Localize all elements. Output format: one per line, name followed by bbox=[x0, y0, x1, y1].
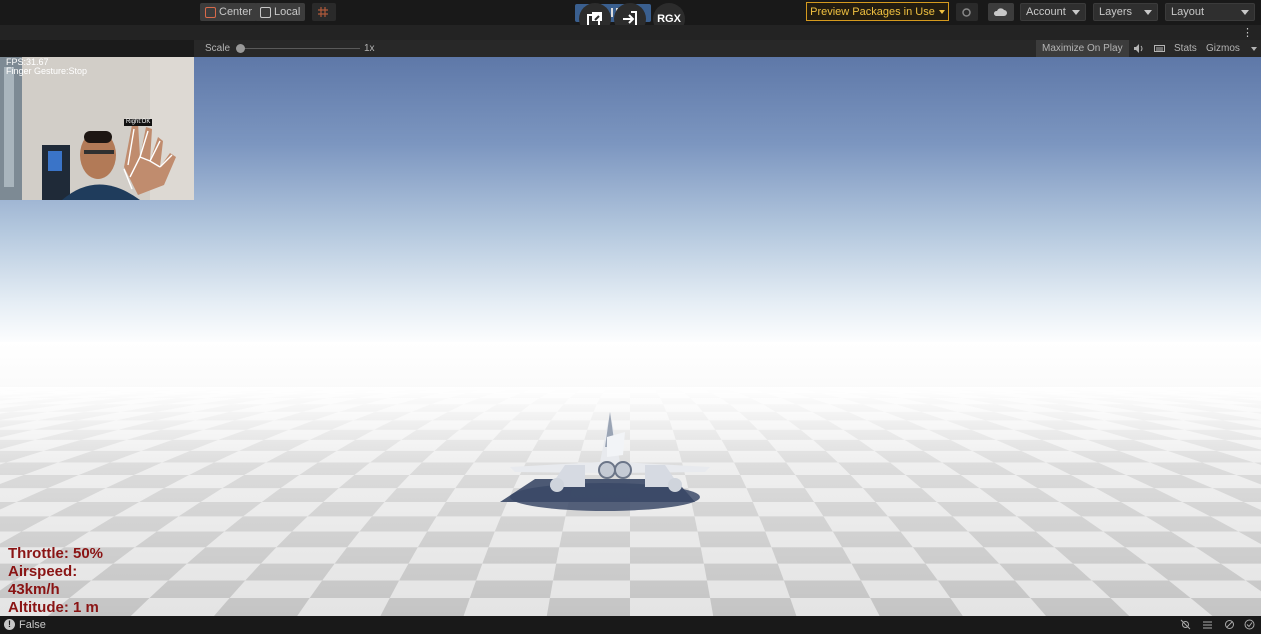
account-label: Account bbox=[1026, 6, 1066, 18]
pivot-icon bbox=[205, 6, 216, 18]
overlay-badge-label: RGX bbox=[657, 13, 681, 25]
console-message[interactable]: False bbox=[19, 619, 46, 631]
jet-aircraft bbox=[500, 412, 710, 511]
layers-dropdown[interactable]: Layers bbox=[1093, 3, 1158, 21]
scale-label: Scale bbox=[205, 43, 231, 54]
pivot-center-toggle[interactable]: Center bbox=[200, 3, 258, 21]
account-dropdown[interactable]: Account bbox=[1020, 3, 1086, 21]
gizmos-toggle[interactable]: Gizmos bbox=[1206, 43, 1240, 54]
tab-bar: ⋮ bbox=[0, 25, 1261, 40]
scale-slider-handle[interactable] bbox=[236, 44, 245, 53]
chevron-down-icon bbox=[1144, 9, 1152, 15]
scale-value: 1x bbox=[364, 43, 375, 54]
info-icon: ! bbox=[4, 619, 15, 630]
grid-snap-button[interactable] bbox=[312, 3, 336, 21]
unity-editor-window: Center Local RGX Preview Packages in Use… bbox=[0, 0, 1261, 634]
keyboard-icon[interactable] bbox=[1154, 43, 1165, 54]
game-view-header: Scale 1x Maximize On Play Stats Gizmos bbox=[194, 40, 1261, 57]
preview-packages-label: Preview Packages in Use bbox=[810, 5, 935, 18]
speaker-icon[interactable] bbox=[1133, 43, 1144, 54]
cloud-button[interactable] bbox=[988, 3, 1014, 21]
chevron-down-icon[interactable] bbox=[1251, 47, 1257, 51]
webcam-scene bbox=[0, 57, 194, 200]
altitude-readout: Altitude: 1 m bbox=[8, 599, 99, 616]
layout-dropdown[interactable]: Layout bbox=[1165, 3, 1255, 21]
pivot-label: Center bbox=[219, 6, 253, 18]
grid-snap-icon bbox=[318, 7, 328, 17]
airspeed-value: 43km/h bbox=[8, 581, 60, 598]
game-viewport[interactable]: FPS:31.67 Finger Gesture:Stop Right:OK bbox=[0, 57, 1261, 616]
stats-toggle[interactable]: Stats bbox=[1174, 43, 1197, 54]
maximize-on-play-label: Maximize On Play bbox=[1042, 43, 1123, 54]
gear-icon bbox=[962, 7, 971, 17]
webcam-feed: FPS:31.67 Finger Gesture:Stop Right:OK bbox=[0, 57, 194, 200]
check-circle-icon[interactable] bbox=[1244, 619, 1255, 630]
scale-slider-track[interactable] bbox=[238, 48, 360, 49]
no-progress-icon[interactable] bbox=[1224, 619, 1235, 630]
chevron-down-icon bbox=[1241, 9, 1249, 15]
main-toolbar: Center Local RGX Preview Packages in Use… bbox=[0, 0, 1261, 35]
collab-button[interactable] bbox=[956, 3, 978, 21]
preview-packages-dropdown[interactable]: Preview Packages in Use bbox=[806, 2, 949, 21]
airspeed-label: Airspeed: bbox=[8, 563, 78, 580]
status-bar: ! False bbox=[0, 616, 1261, 634]
flight-hud: Throttle: 50% Airspeed: 43km/h Altitude:… bbox=[8, 545, 103, 617]
debug-icon[interactable] bbox=[1180, 619, 1191, 630]
hand-label: Right:OK bbox=[124, 119, 153, 126]
layers-label: Layers bbox=[1099, 6, 1133, 18]
throttle-readout: Throttle: 50% bbox=[8, 545, 104, 562]
space-label: Local bbox=[274, 6, 301, 18]
chevron-down-icon bbox=[1072, 9, 1080, 15]
maximize-on-play-toggle[interactable]: Maximize On Play bbox=[1036, 40, 1129, 57]
gesture-readout: Finger Gesture:Stop bbox=[6, 66, 88, 76]
more-options-icon[interactable]: ⋮ bbox=[1242, 26, 1253, 39]
cloud-icon bbox=[993, 8, 1007, 16]
cube-icon bbox=[260, 6, 271, 18]
chevron-down-icon bbox=[938, 9, 945, 14]
layout-label: Layout bbox=[1171, 6, 1205, 18]
layers-status-icon[interactable] bbox=[1202, 619, 1213, 630]
space-local-toggle[interactable]: Local bbox=[255, 3, 306, 21]
